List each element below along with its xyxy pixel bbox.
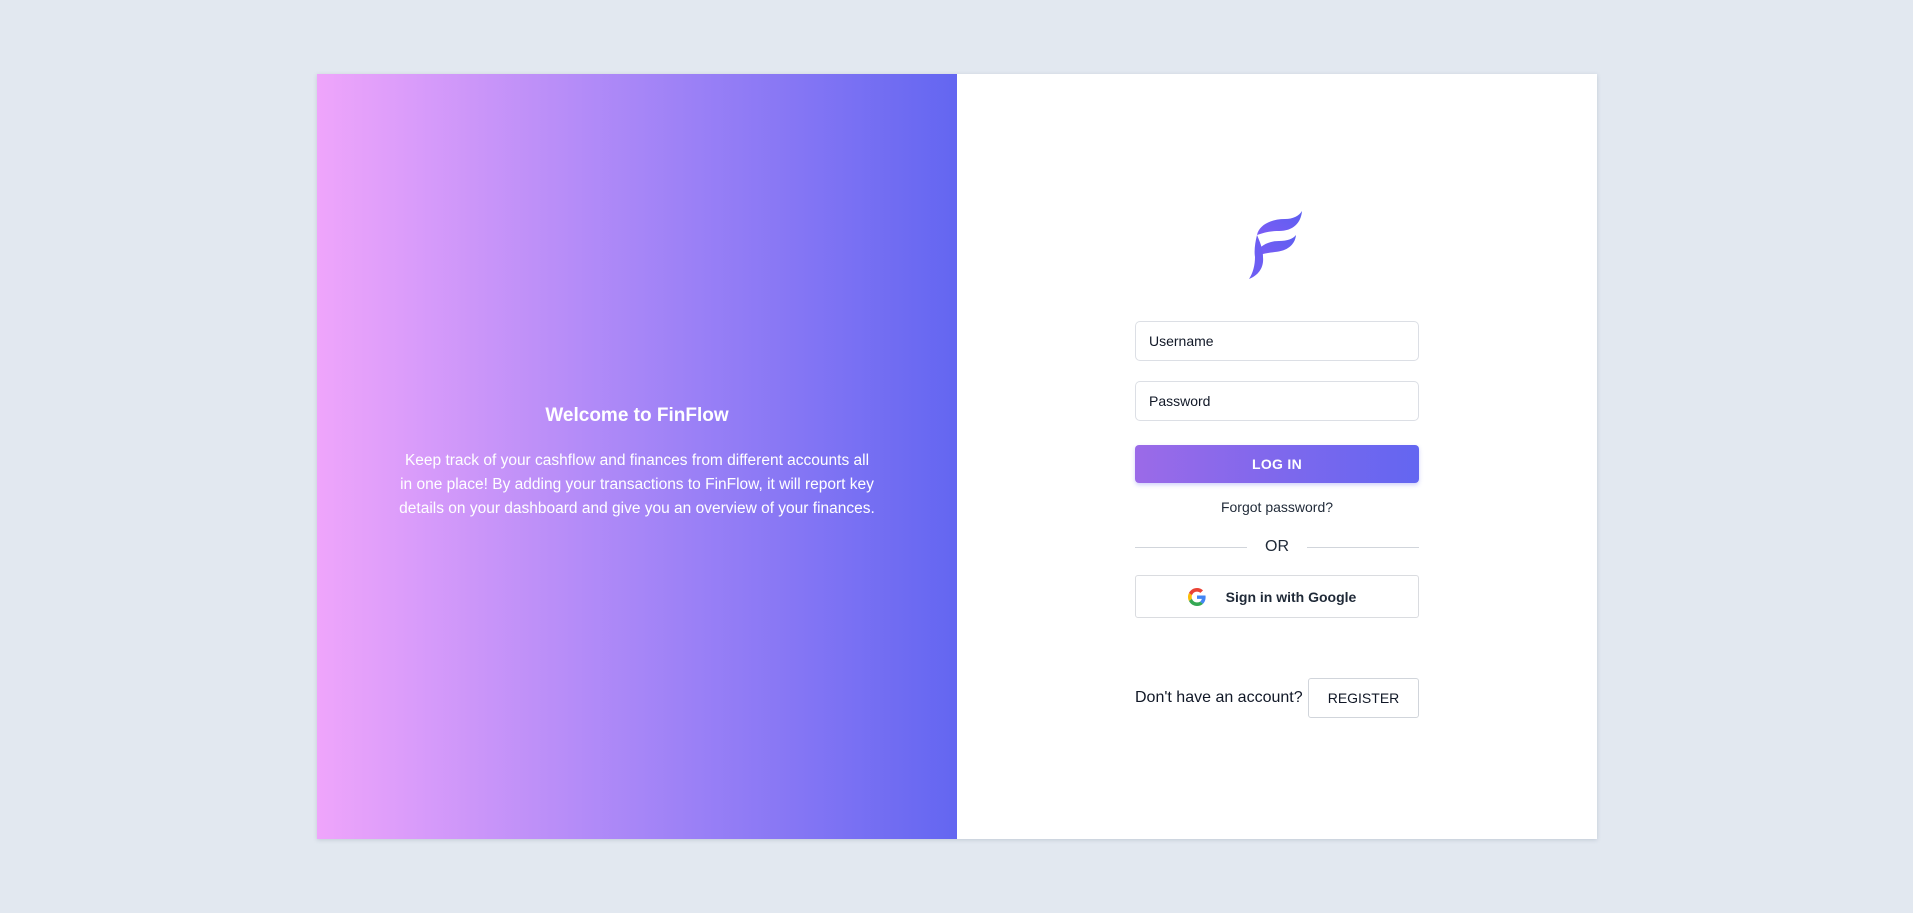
divider-line-left — [1135, 546, 1247, 548]
divider-line-right — [1307, 546, 1419, 548]
register-button[interactable]: REGISTER — [1308, 678, 1419, 718]
google-signin-label: Sign in with Google — [1225, 588, 1357, 605]
divider-label: OR — [1265, 538, 1289, 555]
login-button[interactable]: LOG IN — [1135, 445, 1419, 483]
username-input[interactable] — [1135, 321, 1419, 361]
forgot-password-link[interactable]: Forgot password? — [1135, 499, 1419, 515]
password-input[interactable] — [1135, 381, 1419, 421]
google-icon — [1187, 587, 1206, 606]
finflow-logo-icon — [1249, 211, 1302, 279]
google-signin-button[interactable]: Sign in with Google — [1135, 575, 1419, 618]
welcome-panel: Welcome to FinFlow Keep track of your ca… — [317, 74, 957, 839]
register-prompt: Don't have an account? — [1135, 689, 1303, 706]
welcome-title: Welcome to FinFlow — [545, 404, 729, 426]
welcome-description: Keep track of your cashflow and finances… — [399, 451, 875, 517]
register-row: Don't have an account? REGISTER — [1135, 678, 1419, 718]
or-divider: OR — [1135, 537, 1419, 557]
